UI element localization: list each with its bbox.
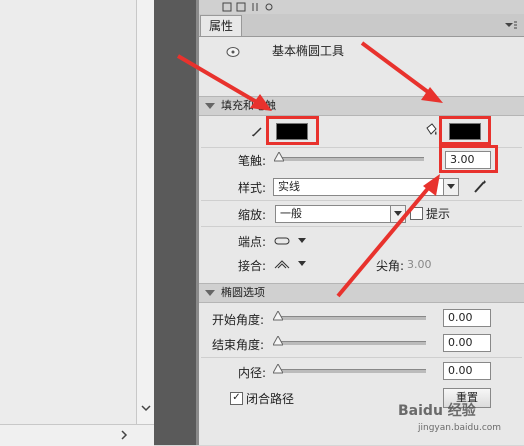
- miter-label: 尖角:: [376, 259, 405, 273]
- highlight-box: [439, 145, 498, 173]
- inner-radius-slider-track[interactable]: [276, 369, 426, 373]
- highlight-box: [266, 116, 319, 145]
- start-angle-slider-thumb[interactable]: [272, 309, 284, 321]
- tab-bar: [199, 14, 524, 37]
- style-label: 样式:: [238, 181, 267, 195]
- hint-label: 提示: [426, 207, 451, 221]
- miter-value[interactable]: 3.00: [407, 258, 432, 271]
- watermark-url: jingyan.baidu.com: [418, 423, 502, 433]
- scale-label: 缩放:: [238, 208, 267, 222]
- inner-radius-label: 内径:: [238, 366, 267, 380]
- start-angle-slider-track[interactable]: [276, 316, 426, 320]
- join-label: 接合:: [238, 259, 267, 273]
- section-ellipse-options[interactable]: 椭圆选项: [199, 283, 524, 303]
- collapse-triangle-icon[interactable]: [205, 103, 215, 109]
- stage-canvas[interactable]: [0, 0, 137, 424]
- cap-select[interactable]: [274, 235, 308, 247]
- panel-gutter: [154, 0, 196, 445]
- tab-properties[interactable]: 属性: [200, 15, 243, 36]
- stroke-slider-track[interactable]: [276, 157, 424, 161]
- divider: [201, 200, 522, 201]
- inner-radius-slider-thumb[interactable]: [272, 362, 284, 374]
- start-angle-label: 开始角度:: [212, 313, 265, 327]
- toolbar-icons[interactable]: [221, 1, 281, 13]
- divider: [201, 357, 522, 358]
- end-angle-label: 结束角度:: [212, 338, 265, 352]
- end-angle-slider-track[interactable]: [276, 341, 426, 345]
- stroke-slider-thumb[interactable]: [273, 150, 285, 162]
- section-fill-stroke[interactable]: 填充和笔触: [199, 96, 524, 116]
- divider: [201, 226, 522, 227]
- edit-style-pencil-icon[interactable]: [473, 178, 487, 194]
- cap-label: 端点:: [238, 235, 267, 249]
- paint-bucket-icon: [424, 123, 438, 137]
- highlight-box: [439, 116, 491, 145]
- scroll-right-icon[interactable]: [118, 429, 130, 441]
- scale-select[interactable]: 一般: [275, 205, 406, 223]
- watermark-brand: Baidu 经验: [398, 403, 476, 419]
- chevron-down-icon[interactable]: [443, 179, 458, 195]
- close-path-label: 闭合路径: [246, 392, 295, 406]
- inner-radius-input[interactable]: 0.00: [443, 362, 491, 380]
- style-select[interactable]: 实线: [273, 178, 459, 196]
- vertical-scrollbar[interactable]: [136, 0, 155, 424]
- ellipse-tool-icon: [226, 46, 240, 58]
- close-path-checkbox[interactable]: ✓: [230, 392, 243, 405]
- end-angle-slider-thumb[interactable]: [272, 334, 284, 346]
- end-angle-input[interactable]: 0.00: [443, 334, 491, 352]
- hint-checkbox[interactable]: [410, 207, 423, 220]
- join-select[interactable]: [274, 258, 308, 270]
- start-angle-input[interactable]: 0.00: [443, 309, 491, 327]
- stroke-label: 笔触:: [238, 154, 267, 168]
- scroll-down-icon[interactable]: [140, 402, 152, 414]
- panel-menu-icon[interactable]: [504, 20, 518, 30]
- collapse-triangle-icon[interactable]: [205, 290, 215, 296]
- horizontal-scrollbar[interactable]: [0, 424, 154, 446]
- toolbar-strip: [199, 0, 524, 15]
- tool-name: 基本椭圆工具: [272, 44, 345, 58]
- chevron-down-icon[interactable]: [390, 206, 405, 222]
- pencil-icon: [251, 125, 263, 137]
